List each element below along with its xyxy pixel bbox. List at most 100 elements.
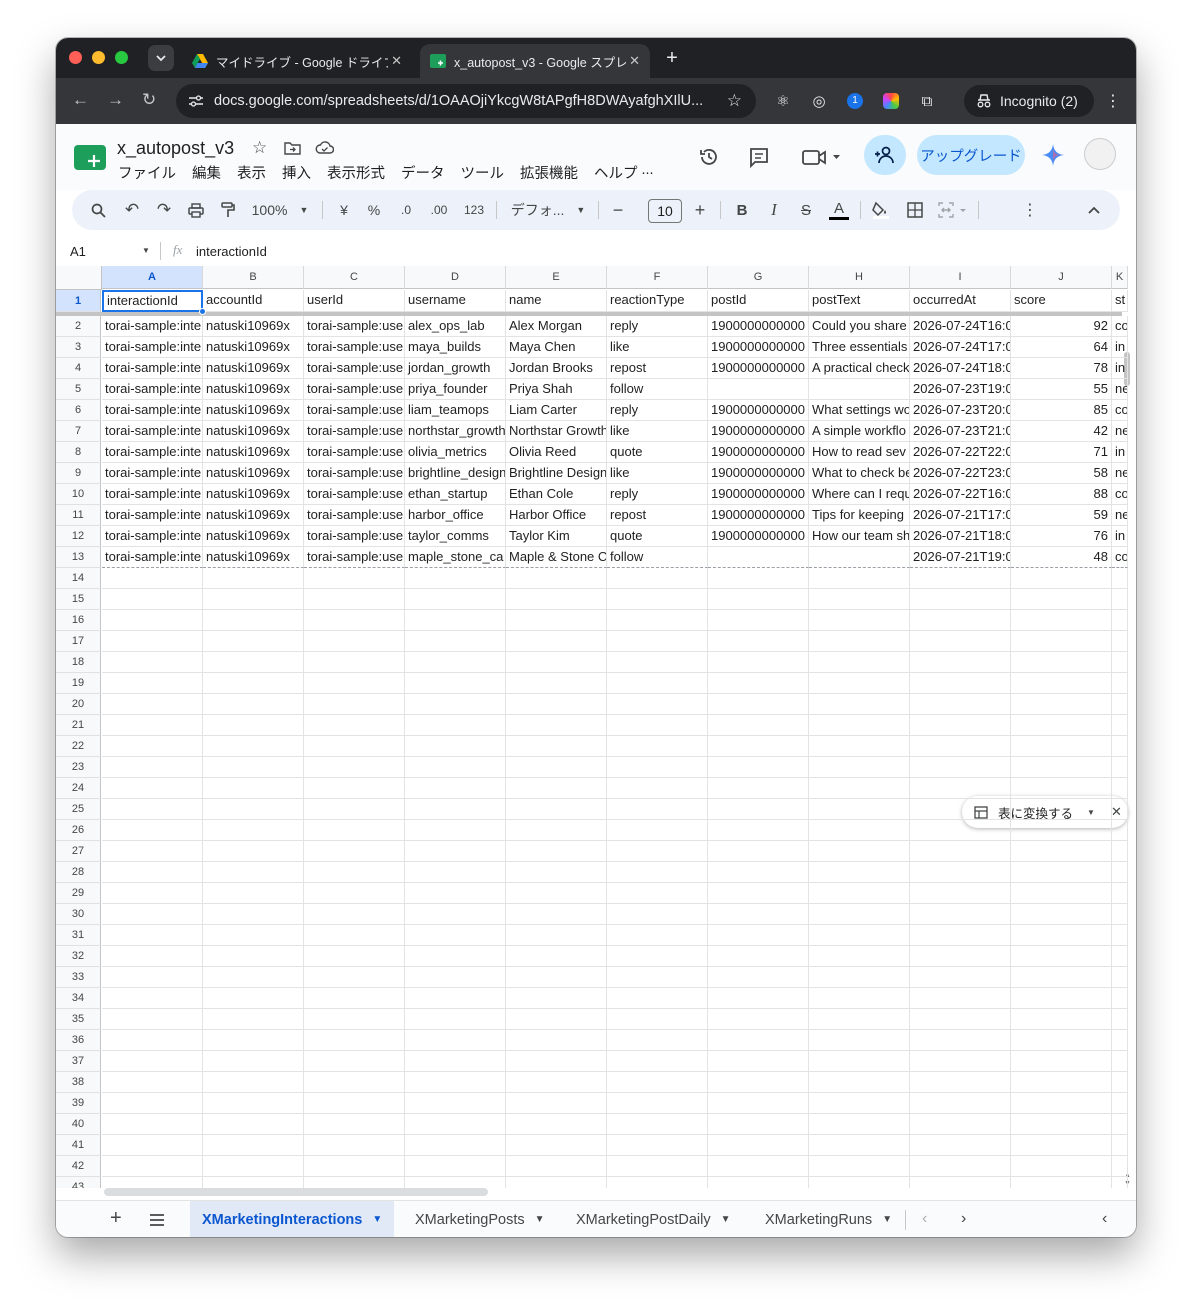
row-header[interactable]: 29: [56, 883, 101, 904]
header-cell[interactable]: postId: [708, 290, 809, 312]
freeze-line[interactable]: [56, 312, 1122, 316]
browser-menu-icon[interactable]: ⋮: [1103, 91, 1123, 111]
table-cell[interactable]: maya_builds: [405, 337, 506, 358]
table-cell[interactable]: natuski10969x: [203, 547, 304, 568]
table-cell[interactable]: [102, 1072, 203, 1093]
table-cell[interactable]: [405, 1114, 506, 1135]
table-cell[interactable]: ne: [1112, 421, 1128, 442]
table-cell[interactable]: [405, 757, 506, 778]
table-cell[interactable]: [304, 967, 405, 988]
undo-icon[interactable]: ↶: [120, 190, 144, 230]
table-cell[interactable]: [1011, 715, 1112, 736]
italic-button[interactable]: I: [762, 190, 786, 230]
table-cell[interactable]: [304, 1156, 405, 1177]
table-cell[interactable]: [809, 1030, 910, 1051]
fill-color-button[interactable]: [868, 190, 894, 230]
table-cell[interactable]: [809, 988, 910, 1009]
table-cell[interactable]: [1011, 1156, 1112, 1177]
row-header[interactable]: 41: [56, 1135, 101, 1156]
table-cell[interactable]: [1011, 736, 1112, 757]
table-cell[interactable]: [203, 589, 304, 610]
table-cell[interactable]: [203, 883, 304, 904]
table-cell[interactable]: 1900000000000: [708, 463, 809, 484]
row-header[interactable]: 19: [56, 673, 101, 694]
table-cell[interactable]: [910, 589, 1011, 610]
menu-data[interactable]: データ: [401, 162, 445, 183]
move-folder-icon[interactable]: [284, 141, 301, 155]
table-cell[interactable]: [1011, 988, 1112, 1009]
table-cell[interactable]: torai-sample:use: [304, 442, 405, 463]
table-cell[interactable]: [607, 1135, 708, 1156]
table-cell[interactable]: taylor_comms: [405, 526, 506, 547]
table-cell[interactable]: [910, 1051, 1011, 1072]
table-cell[interactable]: 1900000000000: [708, 442, 809, 463]
table-cell[interactable]: torai-sample:use: [304, 505, 405, 526]
chevron-down-icon[interactable]: ▼: [882, 1214, 892, 1225]
all-sheets-menu-icon[interactable]: [149, 1213, 165, 1231]
document-title[interactable]: x_autopost_v3: [117, 138, 234, 159]
table-cell[interactable]: [506, 673, 607, 694]
table-cell[interactable]: [1112, 757, 1128, 778]
table-cell[interactable]: alex_ops_lab: [405, 316, 506, 337]
table-cell[interactable]: [203, 925, 304, 946]
row-header[interactable]: 4: [56, 358, 101, 379]
table-cell[interactable]: repost: [607, 505, 708, 526]
table-cell[interactable]: torai-sample:inte: [102, 337, 203, 358]
table-cell[interactable]: [102, 652, 203, 673]
table-cell[interactable]: [708, 1009, 809, 1030]
table-cell[interactable]: [607, 1156, 708, 1177]
table-cell[interactable]: [405, 1072, 506, 1093]
upgrade-button[interactable]: アップグレード: [917, 135, 1025, 175]
table-cell[interactable]: [809, 568, 910, 589]
table-cell[interactable]: Jordan Brooks: [506, 358, 607, 379]
menu-help[interactable]: ヘルプ: [594, 162, 638, 183]
table-cell[interactable]: [304, 1177, 405, 1188]
table-cell[interactable]: 1900000000000: [708, 337, 809, 358]
table-cell[interactable]: like: [607, 463, 708, 484]
table-cell[interactable]: 2026-07-21T17:0: [910, 505, 1011, 526]
table-cell[interactable]: jordan_growth: [405, 358, 506, 379]
table-cell[interactable]: [809, 904, 910, 925]
table-cell[interactable]: in: [1112, 358, 1128, 379]
table-cell[interactable]: [1011, 1072, 1112, 1093]
column-header[interactable]: B: [203, 266, 304, 289]
zoom-select[interactable]: 100% ▼: [250, 190, 310, 230]
table-cell[interactable]: 1900000000000: [708, 526, 809, 547]
table-cell[interactable]: torai-sample:use: [304, 463, 405, 484]
table-cell[interactable]: [607, 673, 708, 694]
table-cell[interactable]: [304, 862, 405, 883]
table-cell[interactable]: [809, 1114, 910, 1135]
table-cell[interactable]: reply: [607, 400, 708, 421]
table-cell[interactable]: [809, 946, 910, 967]
table-cell[interactable]: [102, 715, 203, 736]
table-cell[interactable]: [203, 967, 304, 988]
table-cell[interactable]: [102, 757, 203, 778]
table-cell[interactable]: [405, 589, 506, 610]
table-cell[interactable]: [506, 610, 607, 631]
table-cell[interactable]: [1011, 904, 1112, 925]
column-header[interactable]: J: [1011, 266, 1112, 289]
table-cell[interactable]: 1900000000000: [708, 421, 809, 442]
table-cell[interactable]: Harbor Office: [506, 505, 607, 526]
table-cell[interactable]: [607, 694, 708, 715]
sheet-tab-post-daily[interactable]: XMarketingPostDaily ▼: [564, 1201, 742, 1237]
table-cell[interactable]: [203, 1156, 304, 1177]
borders-icon[interactable]: [902, 190, 928, 230]
table-cell[interactable]: [203, 1177, 304, 1188]
table-cell[interactable]: [304, 673, 405, 694]
table-cell[interactable]: [1011, 820, 1112, 841]
table-cell[interactable]: [203, 1051, 304, 1072]
table-cell[interactable]: 2026-07-24T18:0: [910, 358, 1011, 379]
column-header[interactable]: G: [708, 266, 809, 289]
table-cell[interactable]: [1112, 988, 1128, 1009]
table-cell[interactable]: [708, 967, 809, 988]
table-cell[interactable]: What settings wo: [809, 400, 910, 421]
table-cell[interactable]: ne: [1112, 505, 1128, 526]
row-header[interactable]: 27: [56, 841, 101, 862]
table-cell[interactable]: [405, 715, 506, 736]
table-cell[interactable]: [708, 1156, 809, 1177]
table-cell[interactable]: [607, 1114, 708, 1135]
table-cell[interactable]: [102, 799, 203, 820]
table-cell[interactable]: [304, 1030, 405, 1051]
table-cell[interactable]: Alex Morgan: [506, 316, 607, 337]
